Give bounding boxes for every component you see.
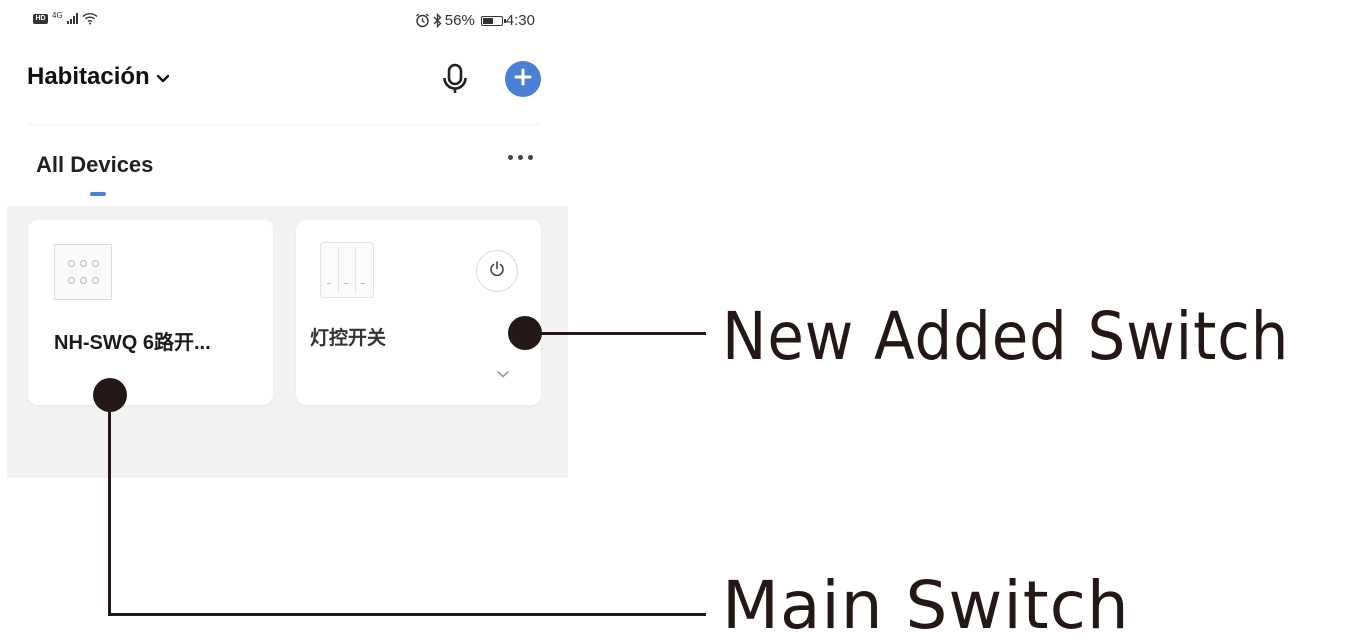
device-card[interactable]: 灯控开关 xyxy=(296,220,541,405)
six-button-switch-thumbnail xyxy=(54,244,112,300)
room-selector[interactable]: Habitación xyxy=(27,63,170,91)
device-name: 灯控开关 xyxy=(310,328,387,349)
battery-percent: 56% xyxy=(444,12,475,29)
callout-label-main: Main Switch xyxy=(722,567,1130,644)
power-icon xyxy=(488,260,506,283)
room-name: Habitación xyxy=(27,63,150,90)
callout-label-new: New Added Switch xyxy=(722,298,1290,375)
add-device-button[interactable] xyxy=(505,61,541,97)
status-bar: HD 4G 56% 4:30 xyxy=(0,11,568,34)
power-button[interactable] xyxy=(476,250,518,292)
clock: 4:30 xyxy=(505,12,535,29)
tab-all-devices[interactable]: All Devices xyxy=(36,152,153,178)
device-name: NH-SWQ 6路开... xyxy=(54,332,211,354)
three-gang-switch-thumbnail xyxy=(320,242,374,298)
bluetooth-icon xyxy=(433,13,442,28)
callout-line-new xyxy=(525,332,706,335)
battery-fill xyxy=(482,17,493,24)
alarm-icon xyxy=(415,13,430,28)
chevron-down-icon[interactable] xyxy=(496,366,510,384)
wifi-icon xyxy=(82,12,98,25)
active-tab-indicator xyxy=(90,192,106,196)
callout-line-main-horizontal xyxy=(108,613,706,616)
chevron-down-icon xyxy=(156,63,170,91)
signal-icon xyxy=(66,13,78,24)
callout-dot-new xyxy=(508,316,542,350)
status-left: HD 4G xyxy=(33,11,98,25)
plus-icon xyxy=(514,68,532,91)
hd-badge: HD xyxy=(33,13,48,24)
callout-line-main-vertical xyxy=(108,395,111,615)
battery-icon xyxy=(480,15,506,26)
network-type: 4G xyxy=(52,11,63,20)
status-right: 56% 4:30 xyxy=(415,12,535,29)
microphone-icon[interactable] xyxy=(440,62,470,96)
more-horizontal-icon[interactable] xyxy=(508,155,533,160)
header-divider xyxy=(27,124,541,125)
callout-dot-main xyxy=(93,378,127,412)
device-card[interactable]: NH-SWQ 6路开... xyxy=(28,220,273,405)
